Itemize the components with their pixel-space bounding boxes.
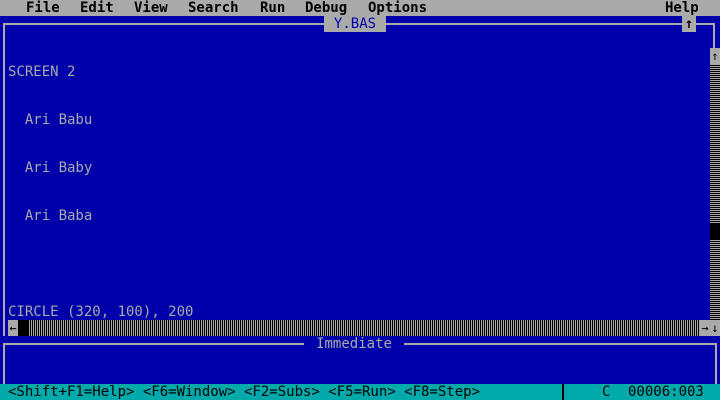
scroll-right-arrow-icon[interactable]: → — [700, 320, 710, 336]
scroll-left-arrow-icon[interactable]: ← — [8, 320, 18, 336]
code-line: CIRCLE (320, 100), 200 — [8, 304, 194, 320]
vertical-scroll-thumb[interactable] — [710, 224, 720, 240]
code-line: Ari Baby — [8, 160, 93, 176]
code-line: Ari Babu — [8, 112, 93, 128]
code-area[interactable]: SCREEN 2 Ari Babu Ari Baby Ari Baba CIRC… — [8, 32, 708, 322]
menu-search[interactable]: Search — [188, 0, 239, 16]
scroll-down-arrow-icon[interactable]: ↓ — [710, 320, 720, 336]
cursor-position: 00006:003 — [628, 384, 704, 400]
horizontal-scroll-thumb[interactable] — [18, 320, 28, 336]
editor-window[interactable]: Y.BAS ↑ SCREEN 2 Ari Babu Ari Baby Ari B… — [0, 16, 720, 336]
shortcut-hints: <Shift+F1=Help> <F6=Window> <F2=Subs> <F… — [8, 384, 481, 400]
horizontal-scrollbar[interactable]: ← → — [8, 320, 710, 336]
menu-debug[interactable]: Debug — [305, 0, 347, 16]
caps-indicator: C — [602, 384, 611, 400]
menu-help[interactable]: Help — [665, 0, 699, 16]
editor-title: Y.BAS — [324, 16, 386, 32]
menu-bar: File Edit View Search Run Debug Options … — [0, 0, 720, 16]
vertical-scrollbar[interactable]: ↑ ↓ — [710, 48, 720, 336]
immediate-window[interactable]: Immediate — [0, 336, 720, 384]
code-line: SCREEN 2 — [8, 64, 76, 80]
menu-options[interactable]: Options — [368, 0, 427, 16]
code-line: Ari Baba — [8, 208, 93, 224]
status-bar: <Shift+F1=Help> <F6=Window> <F2=Subs> <F… — [0, 384, 720, 400]
immediate-title: Immediate — [304, 336, 404, 352]
status-divider — [562, 384, 564, 400]
menu-edit[interactable]: Edit — [80, 0, 114, 16]
menu-view[interactable]: View — [134, 0, 168, 16]
maximize-button[interactable]: ↑ — [682, 16, 696, 32]
scroll-up-arrow-icon[interactable]: ↑ — [710, 48, 720, 64]
menu-run[interactable]: Run — [260, 0, 285, 16]
menu-file[interactable]: File — [26, 0, 60, 16]
